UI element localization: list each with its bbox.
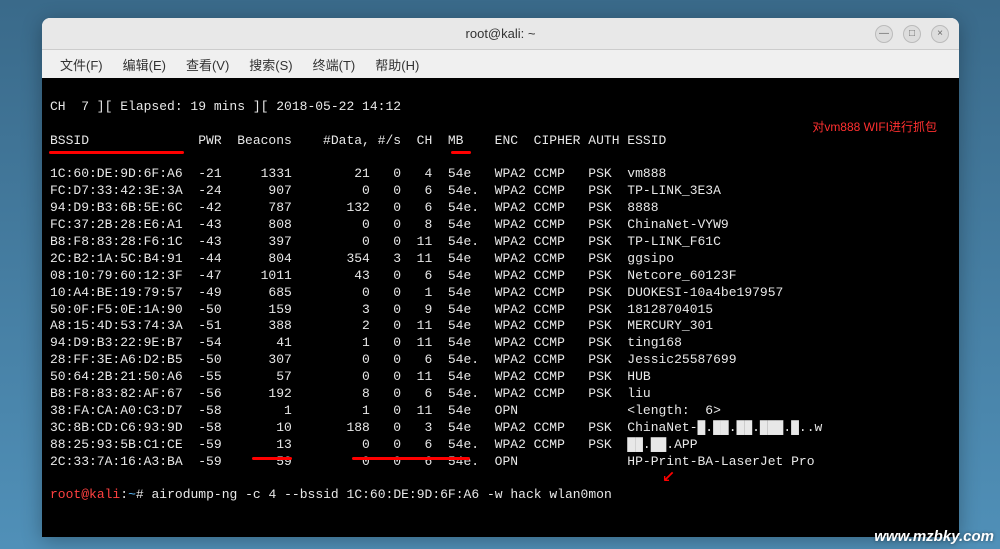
watermark: www.mzbky.com [874, 528, 994, 545]
menu-view[interactable]: 查看(V) [176, 51, 239, 78]
underline-beacons [252, 457, 292, 460]
titlebar: root@kali: ~ — □ × [42, 18, 959, 50]
close-button[interactable]: × [931, 25, 949, 43]
underline-data [352, 457, 470, 460]
maximize-button[interactable]: □ [903, 25, 921, 43]
minimize-button[interactable]: — [875, 25, 893, 43]
status-line: CH 7 ][ Elapsed: 19 mins ][ 2018-05-22 1… [50, 99, 401, 114]
menubar: 文件(F) 编辑(E) 查看(V) 搜索(S) 终端(T) 帮助(H) [42, 50, 959, 78]
terminal-content[interactable]: CH 7 ][ Elapsed: 19 mins ][ 2018-05-22 1… [42, 78, 959, 537]
column-headers: BSSID PWR Beacons #Data, #/s CH MB ENC C… [50, 133, 666, 148]
menu-terminal[interactable]: 终端(T) [303, 51, 366, 78]
underline-ch [451, 151, 471, 154]
window-controls: — □ × [875, 25, 949, 43]
menu-search[interactable]: 搜索(S) [239, 51, 302, 78]
arrow-icon: ↙ [662, 462, 675, 491]
annotation-text: 对vm888 WIFI进行抓包 [812, 120, 937, 136]
menu-edit[interactable]: 编辑(E) [113, 51, 176, 78]
window-title: root@kali: ~ [466, 26, 536, 41]
menu-help[interactable]: 帮助(H) [365, 51, 429, 78]
network-rows: 1C:60:DE:9D:6F:A6 -21 1331 21 0 4 54e WP… [50, 166, 822, 468]
underline-bssid [49, 151, 184, 154]
prompt-line: root@kali:~# airodump-ng -c 4 --bssid 1C… [50, 487, 612, 502]
terminal-window: root@kali: ~ — □ × 文件(F) 编辑(E) 查看(V) 搜索(… [42, 18, 959, 537]
menu-file[interactable]: 文件(F) [50, 51, 113, 78]
